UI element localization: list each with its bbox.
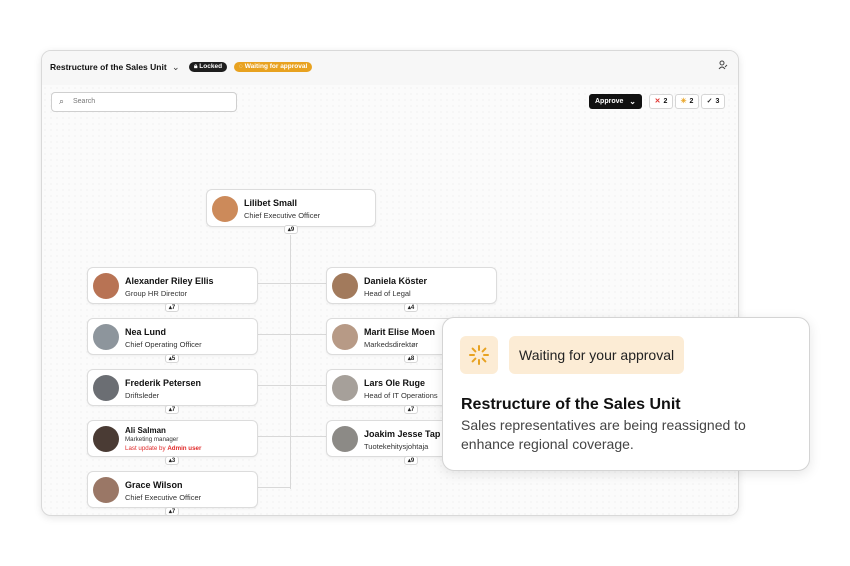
approval-popup[interactable]: Waiting for your approval Restructure of…	[442, 317, 810, 471]
org-node-ceo[interactable]: Lilibet Small Chief Executive Officer	[206, 189, 376, 227]
top-bar: Restructure of the Sales Unit ⌄ 🔒︎ Locke…	[42, 51, 738, 85]
clock-icon: ◌	[239, 63, 243, 70]
reports-toggle[interactable]: ▴7	[165, 303, 179, 312]
org-node[interactable]: Frederik Petersen Driftsleder	[87, 369, 258, 406]
last-update-note: Last update by Admin user	[125, 445, 202, 452]
avatar	[93, 375, 119, 401]
x-icon: ✕	[654, 98, 661, 105]
approval-status-badge: Waiting for your approval	[509, 336, 685, 374]
connector-line	[256, 283, 326, 284]
user-icon[interactable]	[718, 60, 728, 73]
connector-line	[256, 487, 291, 488]
avatar	[93, 273, 119, 299]
reports-toggle[interactable]: ▴8	[404, 354, 418, 363]
search-input[interactable]: ⌕ Search	[51, 92, 237, 112]
avatar	[332, 375, 358, 401]
org-node[interactable]: Ali Salman Marketing manager Last update…	[87, 420, 258, 457]
avatar	[212, 196, 238, 222]
connector-line	[290, 235, 291, 489]
locked-badge: 🔒︎ Locked	[189, 62, 228, 72]
org-node[interactable]: Daniela Köster Head of Legal	[326, 267, 497, 304]
reports-toggle[interactable]: ▴3	[165, 456, 179, 465]
check-icon: ✓	[706, 98, 713, 105]
approve-button[interactable]: Approve ⌄	[589, 94, 642, 109]
org-node[interactable]: Alexander Riley Ellis Group HR Director	[87, 267, 258, 304]
page-title: Restructure of the Sales Unit	[50, 62, 167, 72]
reports-toggle[interactable]: ▴4	[404, 303, 418, 312]
lock-icon: 🔒︎	[194, 63, 198, 70]
reports-toggle[interactable]: ▴7	[404, 405, 418, 414]
avatar	[93, 324, 119, 350]
approved-counter[interactable]: ✓ 3	[701, 94, 725, 109]
connector-line	[256, 385, 326, 386]
rejected-counter[interactable]: ✕ 2	[649, 94, 673, 109]
popup-title: Restructure of the Sales Unit	[461, 396, 681, 413]
reports-toggle[interactable]: ▴5	[165, 354, 179, 363]
org-node[interactable]: Nea Lund Chief Operating Officer	[87, 318, 258, 355]
connector-line	[256, 436, 326, 437]
search-icon: ⌕	[59, 96, 65, 106]
reports-toggle[interactable]: ▴7	[165, 507, 179, 515]
reports-toggle[interactable]: ▴7	[165, 405, 179, 414]
connector-line	[256, 334, 326, 335]
avatar	[332, 426, 358, 452]
reports-toggle[interactable]: ▴9	[284, 225, 298, 234]
avatar	[93, 477, 119, 503]
loading-icon: ✳	[680, 98, 687, 105]
chevron-down-icon[interactable]: ⌄	[172, 62, 180, 73]
spinner-icon	[460, 336, 498, 374]
avatar	[332, 273, 358, 299]
chevron-down-icon: ⌄	[629, 97, 636, 106]
pending-counter[interactable]: ✳ 2	[675, 94, 699, 109]
popup-description: Sales representatives are being reassign…	[461, 417, 746, 452]
avatar	[93, 426, 119, 452]
org-node[interactable]: Grace Wilson Chief Executive Officer	[87, 471, 258, 508]
status-badge: ◌ Waiting for approval	[234, 62, 313, 72]
avatar	[332, 324, 358, 350]
reports-toggle[interactable]: ▴9	[404, 456, 418, 465]
